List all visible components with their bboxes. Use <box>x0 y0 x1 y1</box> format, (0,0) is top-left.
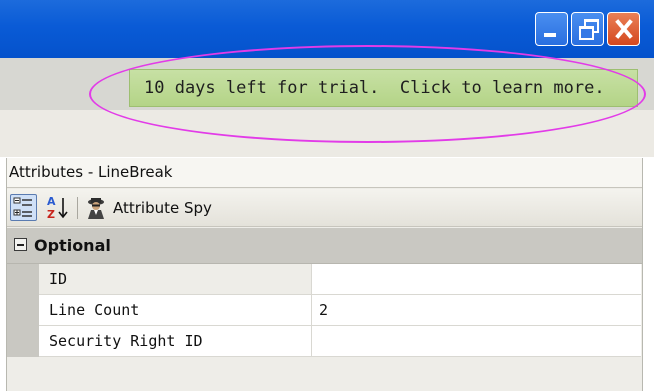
property-value[interactable]: 2 <box>312 295 641 326</box>
property-row[interactable]: Line Count 2 <box>7 295 642 326</box>
property-name: Line Count <box>39 295 312 326</box>
close-icon <box>615 19 633 39</box>
property-row[interactable]: ID <box>7 264 642 295</box>
trial-banner[interactable]: 10 days left for trial. Click to learn m… <box>129 69 638 107</box>
restore-icon-front <box>579 26 594 40</box>
property-row[interactable]: Security Right ID <box>7 326 642 357</box>
svg-text:Z: Z <box>47 208 55 221</box>
sort-alphabetical-button[interactable]: A Z <box>44 194 70 221</box>
row-gutter <box>7 264 39 295</box>
sort-az-icon: A Z <box>47 195 68 221</box>
header-strip <box>0 110 654 157</box>
svg-text:A: A <box>47 195 56 208</box>
spy-icon <box>88 197 104 219</box>
property-value[interactable] <box>312 326 641 357</box>
row-gutter <box>7 326 39 357</box>
panel-toolbar: A Z Attribute Spy <box>7 189 642 227</box>
group-optional[interactable]: Optional <box>7 228 642 264</box>
collapse-icon[interactable] <box>14 238 27 251</box>
attribute-spy-label: Attribute Spy <box>113 198 212 217</box>
close-button[interactable] <box>607 12 640 46</box>
panel-title: Attributes - LineBreak <box>7 158 642 188</box>
minimize-icon <box>544 33 556 37</box>
group-label: Optional <box>34 236 111 255</box>
property-name: ID <box>39 264 312 295</box>
property-name: Security Right ID <box>39 326 312 357</box>
categorized-view-button[interactable] <box>10 194 37 221</box>
property-value[interactable] <box>312 264 641 295</box>
window-title-bar <box>0 0 654 58</box>
restore-button[interactable] <box>571 12 604 46</box>
categorized-view-icon <box>13 197 32 217</box>
minimize-button[interactable] <box>535 12 568 46</box>
attribute-spy-button[interactable]: Attribute Spy <box>85 194 212 221</box>
attributes-panel: Attributes - LineBreak A Z Attribute Spy… <box>6 158 643 391</box>
window-controls <box>535 12 640 46</box>
row-gutter <box>7 295 39 326</box>
toolbar-separator <box>77 197 78 219</box>
